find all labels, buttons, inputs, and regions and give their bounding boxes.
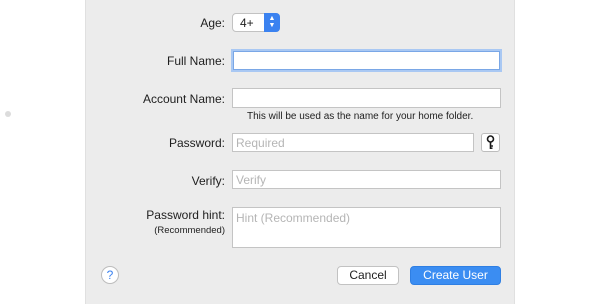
age-value: 4+	[240, 16, 254, 30]
cancel-button[interactable]: Cancel	[337, 266, 399, 285]
verify-label: Verify:	[191, 174, 225, 188]
new-user-sheet	[85, 0, 515, 304]
question-mark-icon: ?	[106, 268, 114, 282]
background-dot	[5, 111, 11, 117]
key-icon	[486, 135, 495, 149]
password-hint-sublabel: (Recommended)	[154, 225, 225, 236]
verify-field[interactable]	[232, 170, 501, 189]
full-name-field[interactable]	[233, 51, 500, 70]
account-name-field[interactable]	[232, 88, 501, 108]
age-label: Age:	[200, 16, 225, 30]
password-hint-label: Password hint:	[146, 208, 225, 222]
account-name-label: Account Name:	[142, 92, 225, 106]
full-name-label: Full Name:	[166, 54, 225, 68]
screen: Age: 4+ ▲ ▼ Full Name: Account Name: This…	[0, 0, 600, 304]
password-hint-field[interactable]	[232, 207, 501, 248]
password-label: Password:	[168, 136, 225, 150]
password-field[interactable]	[232, 133, 474, 152]
password-assistant-button[interactable]	[481, 133, 500, 152]
account-name-helper-text: This will be used as the name for your h…	[247, 111, 474, 122]
create-user-button[interactable]: Create User	[410, 266, 501, 285]
up-down-chevron-icon: ▲ ▼	[264, 13, 280, 32]
age-popup-button[interactable]: 4+ ▲ ▼	[232, 13, 280, 32]
help-button[interactable]: ?	[101, 266, 119, 284]
